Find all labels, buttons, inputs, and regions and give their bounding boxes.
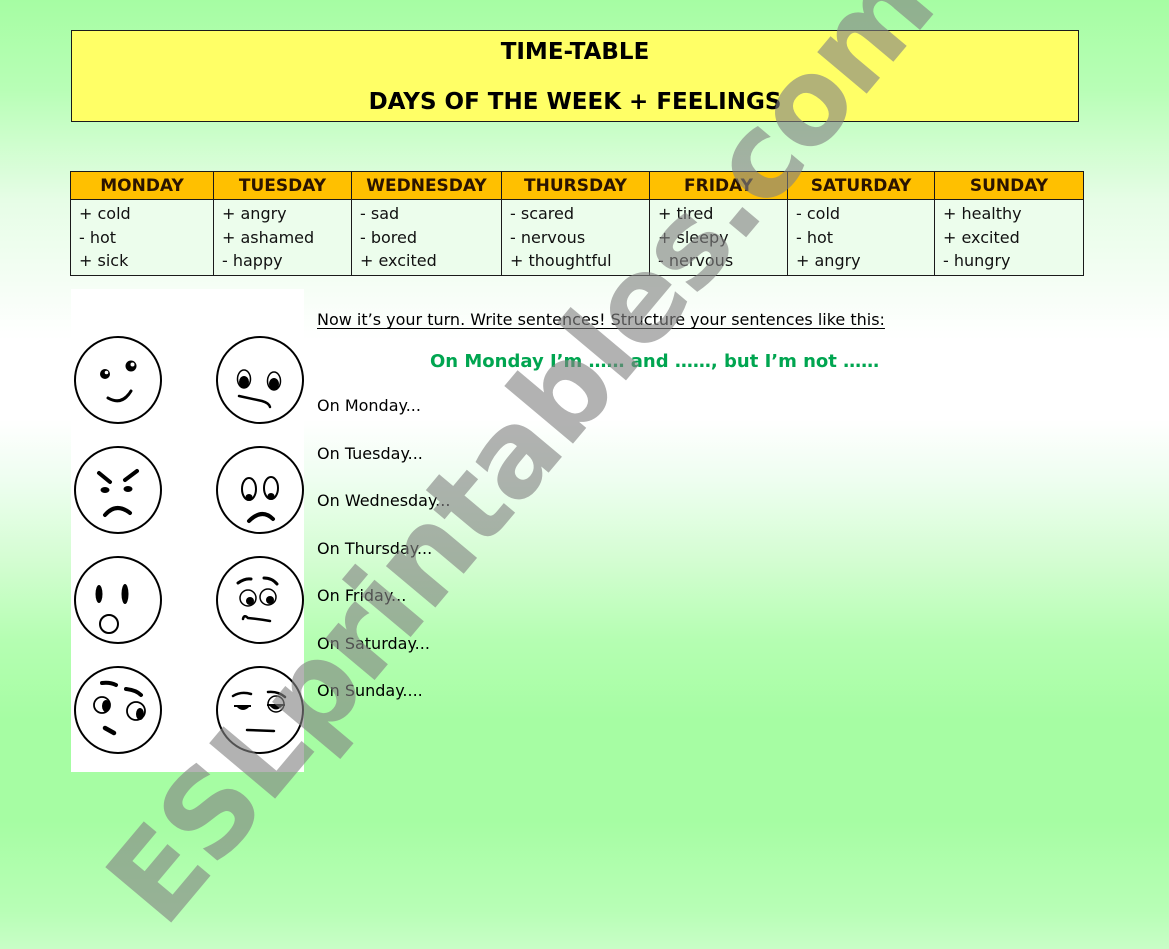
feelings-cell-friday: + tired + sleepy - nervous bbox=[649, 199, 788, 276]
page-title: TIME-TABLE bbox=[500, 39, 650, 65]
prompt-saturday: On Saturday... bbox=[317, 634, 430, 653]
feelings-cell-monday: + cold - hot + sick bbox=[70, 199, 214, 276]
worried-face-icon bbox=[214, 554, 306, 646]
prompt-tuesday: On Tuesday... bbox=[317, 444, 423, 463]
feeling-item: + excited bbox=[360, 251, 437, 270]
feeling-item: - happy bbox=[222, 251, 283, 270]
feeling-item: - bored bbox=[360, 227, 418, 247]
title-box: TIME-TABLE DAYS OF THE WEEK + FEELINGS bbox=[71, 30, 1079, 122]
example-sentence: On Monday I’m …… and ……, but I’m not …… bbox=[430, 351, 880, 372]
feeling-item: + sick bbox=[79, 251, 129, 270]
prompt-friday: On Friday... bbox=[317, 586, 407, 605]
day-header-friday: FRIDAY bbox=[649, 171, 788, 200]
feeling-item: - hot bbox=[796, 227, 834, 247]
feelings-cell-thursday: - scared - nervous + thoughtful bbox=[501, 199, 650, 276]
faces-panel bbox=[71, 289, 304, 772]
feeling-item: - nervous bbox=[510, 227, 586, 247]
happy-face-icon bbox=[72, 334, 164, 426]
feeling-item: + ashamed bbox=[222, 227, 315, 247]
feelings-cell-sunday: + healthy + excited - hungry bbox=[934, 199, 1084, 276]
prompt-wednesday: On Wednesday... bbox=[317, 491, 451, 510]
feeling-item: + sleepy bbox=[658, 227, 729, 247]
feeling-item: - sad bbox=[360, 204, 400, 223]
feeling-item: - cold bbox=[796, 204, 841, 223]
doubtful-face-icon bbox=[72, 664, 164, 756]
feeling-item: - scared bbox=[510, 204, 575, 223]
feeling-item: - hungry bbox=[943, 251, 1011, 270]
feeling-item: + tired bbox=[658, 204, 714, 223]
day-header-saturday: SATURDAY bbox=[787, 171, 935, 200]
bored-face-icon bbox=[214, 664, 306, 756]
feelings-cell-wednesday: - sad - bored + excited bbox=[351, 199, 502, 276]
day-header-wednesday: WEDNESDAY bbox=[351, 171, 502, 200]
timetable-header-row: MONDAY TUESDAY WEDNESDAY THURSDAY FRIDAY… bbox=[70, 171, 1084, 200]
sad-face-icon bbox=[214, 444, 306, 536]
surprised-face-icon bbox=[72, 554, 164, 646]
timetable-feelings-row: + cold - hot + sick + angry + ashamed - … bbox=[70, 199, 1084, 276]
feeling-item: + cold bbox=[79, 204, 131, 223]
day-header-sunday: SUNDAY bbox=[934, 171, 1084, 200]
prompt-thursday: On Thursday... bbox=[317, 539, 433, 558]
day-header-tuesday: TUESDAY bbox=[213, 171, 352, 200]
page-subtitle: DAYS OF THE WEEK + FEELINGS bbox=[368, 89, 782, 115]
timetable: MONDAY TUESDAY WEDNESDAY THURSDAY FRIDAY… bbox=[70, 171, 1084, 276]
feeling-item: - nervous bbox=[658, 251, 734, 270]
exercise-instruction: Now it’s your turn. Write sentences! Str… bbox=[317, 310, 885, 329]
feeling-item: + healthy bbox=[943, 204, 1022, 223]
feeling-item: - hot bbox=[79, 227, 117, 247]
feelings-cell-tuesday: + angry + ashamed - happy bbox=[213, 199, 352, 276]
day-header-thursday: THURSDAY bbox=[501, 171, 650, 200]
feeling-item: + angry bbox=[796, 251, 861, 270]
feeling-item: + angry bbox=[222, 204, 287, 223]
confused-face-icon bbox=[214, 334, 306, 426]
angry-face-icon bbox=[72, 444, 164, 536]
prompt-monday: On Monday... bbox=[317, 396, 421, 415]
feeling-item: + excited bbox=[943, 227, 1020, 247]
feeling-item: + thoughtful bbox=[510, 251, 612, 270]
day-header-monday: MONDAY bbox=[70, 171, 214, 200]
feelings-cell-saturday: - cold - hot + angry bbox=[787, 199, 935, 276]
prompt-sunday: On Sunday.... bbox=[317, 681, 423, 700]
